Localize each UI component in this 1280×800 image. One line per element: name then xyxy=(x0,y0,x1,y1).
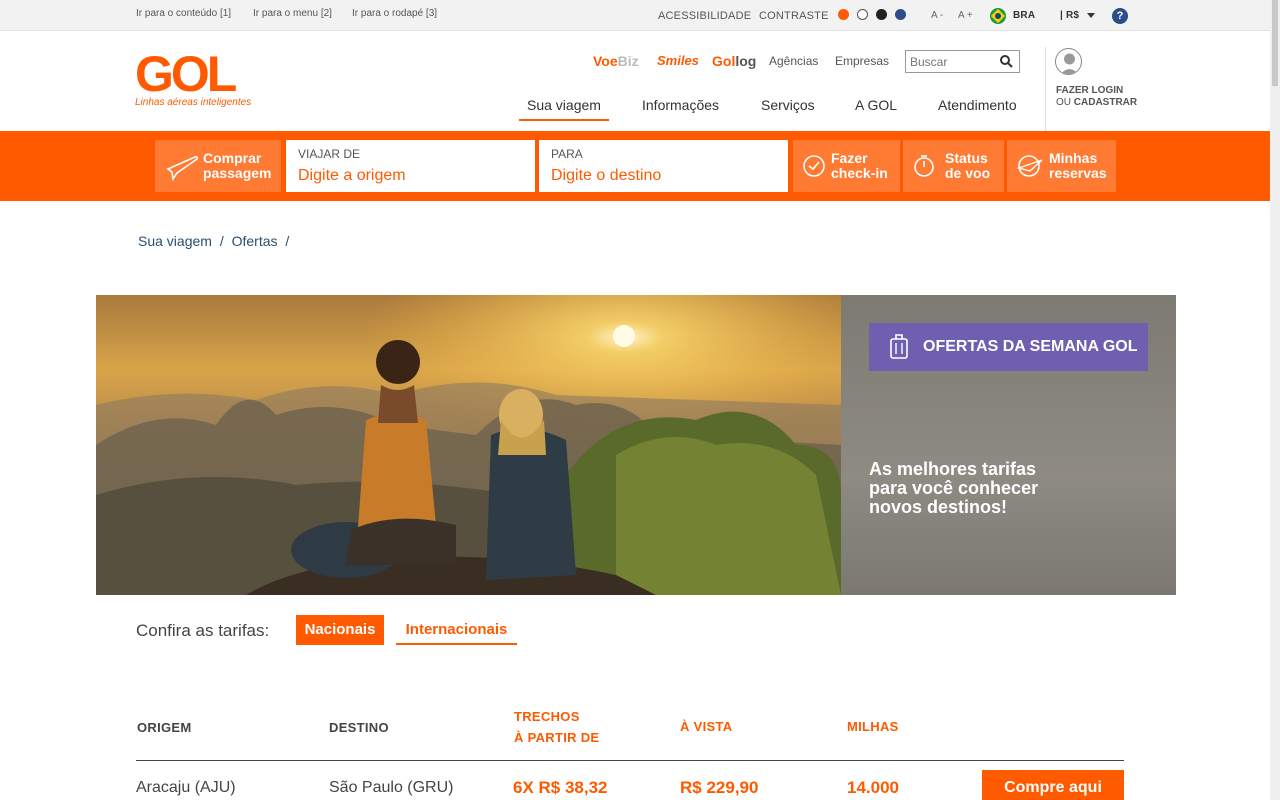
font-increase-button[interactable]: A + xyxy=(958,10,973,21)
gollog-link[interactable]: Gollog xyxy=(712,53,756,69)
tab-internacionais[interactable]: Internacionais xyxy=(396,615,517,645)
globe-plane-icon xyxy=(1016,155,1043,177)
status-line1: Status xyxy=(945,150,988,166)
login-link[interactable]: FAZER LOGIN OU CADASTRAR xyxy=(1056,85,1137,109)
tariffs-label: Confira as tarifas: xyxy=(136,621,270,640)
user-avatar-icon[interactable] xyxy=(1055,48,1082,75)
register-label: CADASTRAR xyxy=(1073,97,1138,108)
col-trechos-line2: À PARTIR DE xyxy=(514,730,600,745)
nav-informacoes[interactable]: Informações xyxy=(642,97,719,113)
comprar-passagem-button[interactable]: Comprar passagem xyxy=(155,140,281,192)
hero-tagline: As melhores tarifas para você conhecer n… xyxy=(869,459,1039,517)
nav-sua-viagem[interactable]: Sua viagem xyxy=(519,97,609,121)
booking-bar: Comprar passagem VIAJAR DE Digite a orige… xyxy=(0,131,1270,201)
row-avista-price: R$ 229,90 xyxy=(680,778,759,797)
row-destino: São Paulo (GRU) xyxy=(329,779,454,796)
reservas-line1: Minhas xyxy=(1049,150,1098,166)
airplane-icon xyxy=(166,155,199,181)
origin-field[interactable]: VIAJAR DE Digite a origem xyxy=(286,140,535,192)
voebiz-part2: Biz xyxy=(617,53,639,69)
destination-label: PARA xyxy=(551,147,583,161)
currency-selector[interactable]: | R$ xyxy=(1060,10,1079,21)
site-header: GOL Linhas aéreas inteligentes VoeBiz Sm… xyxy=(0,31,1270,131)
destination-input[interactable]: Digite o destino xyxy=(551,167,661,185)
accessibility-link[interactable]: ACESSIBILIDADE xyxy=(658,10,751,22)
col-trechos-header: TRECHOS À PARTIR DE xyxy=(514,706,599,748)
gol-logo[interactable]: GOL Linhas aéreas inteligentes xyxy=(135,49,251,108)
contrast-label: CONTRASTE xyxy=(759,10,829,22)
row-origem: Aracaju (AJU) xyxy=(136,779,236,796)
breadcrumb-sua-viagem[interactable]: Sua viagem xyxy=(138,233,212,249)
agencias-link[interactable]: Agências xyxy=(769,54,818,68)
col-milhas-header: MILHAS xyxy=(847,719,899,734)
logo-wordmark: GOL xyxy=(135,46,237,102)
skip-to-menu-link[interactable]: Ir para o menu [2] xyxy=(253,8,332,19)
comprar-line2: passagem xyxy=(203,165,272,181)
destination-field[interactable]: PARA Digite o destino xyxy=(539,140,788,192)
comprar-line1: Comprar xyxy=(203,150,262,166)
gollog-part2: log xyxy=(735,53,757,69)
checkin-line2: check-in xyxy=(831,165,888,181)
register-prefix: OU xyxy=(1056,97,1074,108)
col-origem-header: ORIGEM xyxy=(137,720,192,735)
nav-a-gol[interactable]: A GOL xyxy=(855,97,897,113)
origin-input[interactable]: Digite a origem xyxy=(298,167,406,185)
search-box xyxy=(905,50,1020,73)
stopwatch-icon xyxy=(914,155,934,177)
ofertas-semana-badge: OFERTAS DA SEMANA GOL xyxy=(869,323,1148,371)
brazil-flag-icon[interactable] xyxy=(990,8,1006,24)
origin-label: VIAJAR DE xyxy=(298,147,361,161)
breadcrumb-separator: / xyxy=(219,233,224,249)
row-milhas: 14.000 xyxy=(847,778,899,797)
offers-hero-banner: OFERTAS DA SEMANA GOL As melhores tarifa… xyxy=(96,295,1176,595)
page-scrollbar[interactable] xyxy=(1270,0,1280,800)
luggage-icon xyxy=(890,334,908,359)
tab-nacionais[interactable]: Nacionais xyxy=(296,615,384,645)
clock-check-icon xyxy=(803,155,825,177)
logo-tagline: Linhas aéreas inteligentes xyxy=(135,97,252,108)
smiles-link[interactable]: Smiles xyxy=(657,53,699,68)
col-avista-header: À VISTA xyxy=(680,719,733,734)
contrast-blue-option[interactable] xyxy=(895,9,906,20)
utility-bar: Ir para o conteúdo [1] Ir para o menu [2… xyxy=(0,0,1270,31)
sunset-couple-photo xyxy=(96,295,841,595)
reservas-line2: reservas xyxy=(1049,165,1107,181)
chevron-down-icon xyxy=(1087,13,1095,18)
skip-to-content-link[interactable]: Ir para o conteúdo [1] xyxy=(136,8,231,19)
header-divider xyxy=(1045,47,1046,131)
search-input[interactable] xyxy=(906,51,994,72)
fazer-checkin-button[interactable]: Fazer check-in xyxy=(793,140,900,192)
voebiz-link[interactable]: VoeBiz xyxy=(593,53,639,69)
nav-atendimento[interactable]: Atendimento xyxy=(938,97,1017,113)
contrast-black-option[interactable] xyxy=(876,9,887,20)
col-destino-header: DESTINO xyxy=(329,720,389,735)
help-icon[interactable]: ? xyxy=(1112,8,1128,24)
gollog-part1: Gol xyxy=(712,53,736,69)
badge-label: OFERTAS DA SEMANA GOL xyxy=(923,338,1138,355)
table-header-divider xyxy=(136,760,1124,761)
skip-to-footer-link[interactable]: Ir para o rodapé [3] xyxy=(352,8,437,19)
contrast-orange-option[interactable] xyxy=(838,9,849,20)
status-de-voo-button[interactable]: Status de voo xyxy=(903,140,1004,192)
voebiz-part1: Voe xyxy=(593,53,618,69)
country-selector[interactable]: BRA xyxy=(1013,10,1035,21)
search-icon[interactable] xyxy=(1000,55,1013,68)
nav-servicos[interactable]: Serviços xyxy=(761,97,815,113)
col-trechos-line1: TRECHOS xyxy=(514,709,580,724)
minhas-reservas-button[interactable]: Minhas reservas xyxy=(1007,140,1116,192)
checkin-line1: Fazer xyxy=(831,150,868,166)
font-decrease-button[interactable]: A - xyxy=(931,10,943,21)
status-line2: de voo xyxy=(945,165,991,181)
login-label: FAZER LOGIN xyxy=(1056,85,1124,96)
contrast-white-option[interactable] xyxy=(857,9,868,20)
breadcrumb: Sua viagem / Ofertas / xyxy=(138,233,293,249)
breadcrumb-separator: / xyxy=(285,233,290,249)
row-trechos-price: 6X R$ 38,32 xyxy=(513,778,608,797)
compre-aqui-button[interactable]: Compre aqui xyxy=(982,770,1124,800)
empresas-link[interactable]: Empresas xyxy=(835,54,889,68)
breadcrumb-ofertas[interactable]: Ofertas xyxy=(232,233,278,249)
